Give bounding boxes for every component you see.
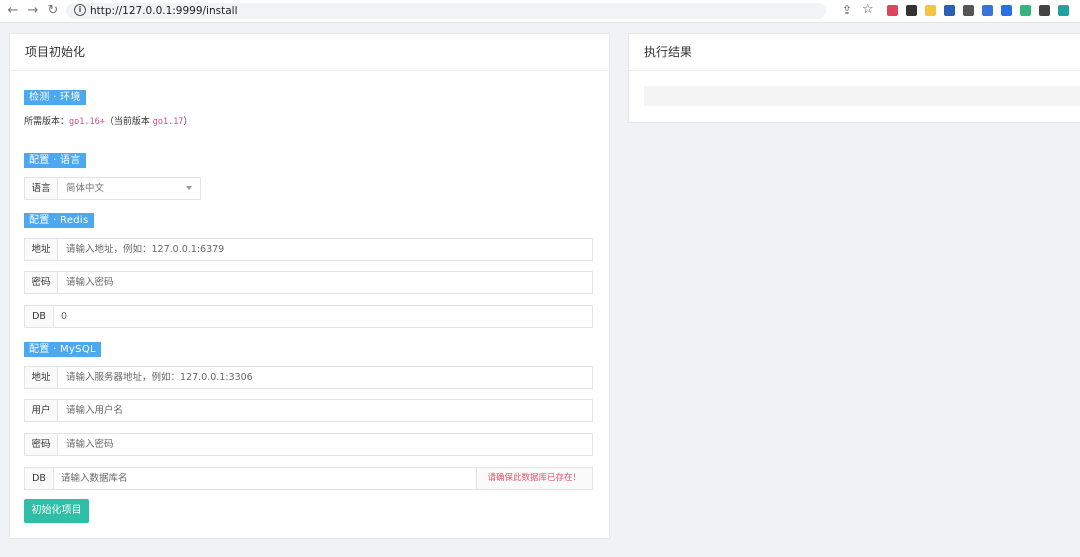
mysql-db-field: DB 请确保此数据库已存在！ [24, 467, 593, 490]
current-version-open: （当前版本 [104, 117, 153, 127]
browser-extension-icon[interactable] [1001, 5, 1012, 16]
mysql-db-input[interactable] [61, 468, 482, 489]
info-icon[interactable]: i [74, 4, 86, 16]
mysql-db-label: DB [25, 468, 54, 489]
back-icon[interactable]: ← [6, 3, 20, 19]
mysql-user-input[interactable] [66, 400, 586, 421]
url-text[interactable]: http://127.0.0.1:9999/install [90, 3, 238, 19]
redis-address-input[interactable] [66, 239, 586, 260]
mysql-password-field: 密码 [24, 433, 593, 456]
browser-extension-icon[interactable] [1058, 5, 1069, 16]
language-tag: 配置 · 语言 [24, 153, 86, 168]
browser-extension-icon[interactable] [982, 5, 993, 16]
redis-db-label: DB [25, 306, 54, 327]
version-info: 所需版本：go1.16+（当前版本 go1.17） [24, 116, 192, 128]
required-version: go1.16+ [69, 117, 105, 127]
browser-extension-icon[interactable] [906, 5, 917, 16]
browser-extension-icon[interactable] [1039, 5, 1050, 16]
browser-toolbar: ← → ↻ i http://127.0.0.1:9999/install ⇪ … [0, 0, 1080, 23]
mysql-tag: 配置 · MySQL [24, 342, 101, 357]
result-output [644, 86, 1080, 106]
result-panel: 执行结果 [628, 33, 1080, 123]
browser-extension-icon[interactable] [944, 5, 955, 16]
address-bar[interactable]: i http://127.0.0.1:9999/install [66, 3, 826, 19]
bookmark-star-icon[interactable]: ☆ [862, 2, 874, 17]
forward-icon[interactable]: → [26, 3, 40, 19]
mysql-user-label: 用户 [25, 400, 58, 421]
redis-address-label: 地址 [25, 239, 58, 260]
language-label: 语言 [25, 178, 58, 199]
mysql-db-hint: 请确保此数据库已存在！ [476, 468, 592, 489]
redis-password-label: 密码 [25, 272, 58, 293]
redis-db-field: DB [24, 305, 593, 328]
current-version: go1.17 [152, 117, 184, 127]
share-icon[interactable]: ⇪ [842, 3, 852, 17]
mysql-address-label: 地址 [25, 367, 58, 388]
current-version-close: ） [183, 117, 193, 127]
redis-tag: 配置 · Redis [24, 213, 94, 228]
required-version-label: 所需版本： [24, 117, 70, 127]
mysql-user-field: 用户 [24, 399, 593, 422]
redis-password-field: 密码 [24, 271, 593, 294]
browser-extension-icon[interactable] [925, 5, 936, 16]
chevron-down-icon[interactable] [186, 186, 192, 190]
env-tag: 检测 · 环境 [24, 90, 86, 105]
init-project-button[interactable]: 初始化项目 [24, 499, 89, 523]
panel-title: 项目初始化 [10, 34, 609, 71]
language-select[interactable]: 语言 简体中文 [24, 177, 201, 200]
mysql-password-label: 密码 [25, 434, 58, 455]
browser-extension-icon[interactable] [963, 5, 974, 16]
mysql-password-input[interactable] [66, 434, 586, 455]
mysql-address-input[interactable] [66, 367, 586, 388]
browser-extension-icon[interactable] [887, 5, 898, 16]
reload-icon[interactable]: ↻ [46, 3, 60, 19]
browser-extension-icon[interactable] [1020, 5, 1031, 16]
language-selected-value[interactable]: 简体中文 [66, 178, 194, 199]
mysql-address-field: 地址 [24, 366, 593, 389]
redis-password-input[interactable] [66, 272, 586, 293]
redis-address-field: 地址 [24, 238, 593, 261]
redis-db-input[interactable] [61, 306, 586, 327]
result-panel-title: 执行结果 [629, 34, 1080, 71]
